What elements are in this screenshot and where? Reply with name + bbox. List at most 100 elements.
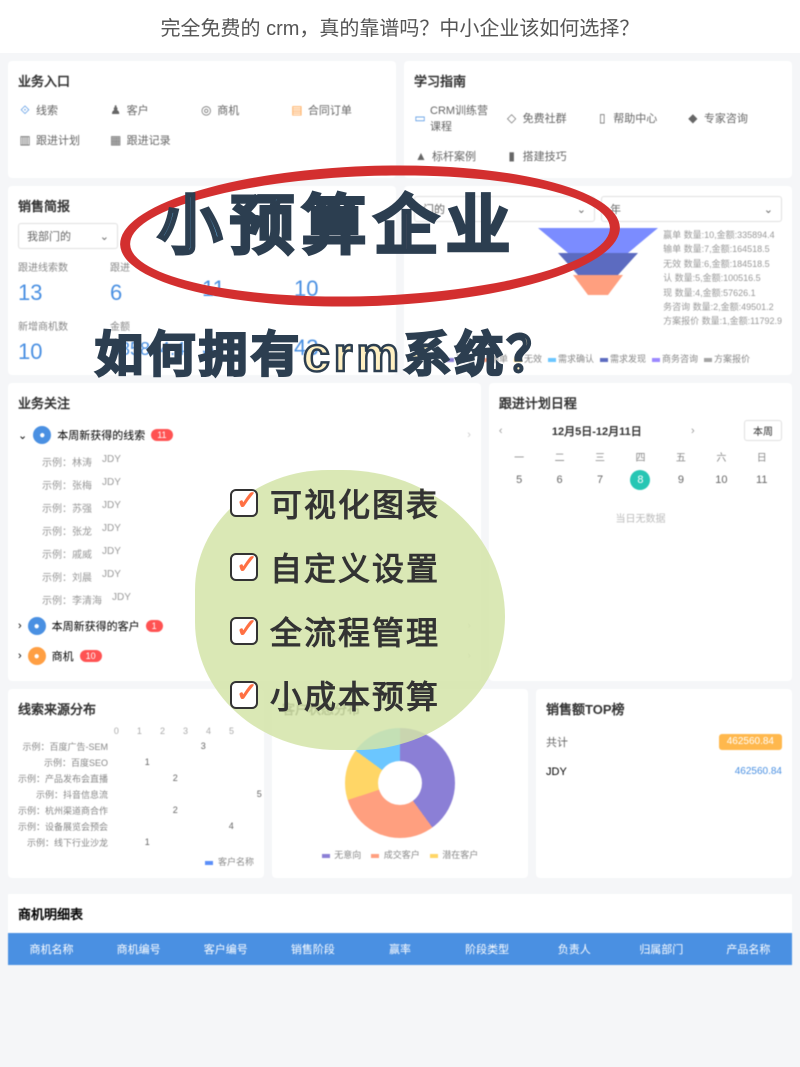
bar-row: 示例：百度广告-SEM3 [18, 740, 254, 753]
badge-leads: 11 [151, 429, 172, 441]
guide-build[interactable]: ▮搭建技巧 [505, 144, 590, 168]
guide-case[interactable]: ▲标杆案例 [414, 144, 499, 168]
sales-top-title: 销售额TOP榜 [546, 699, 782, 718]
top-total-label: 共计 [546, 734, 568, 750]
entry-contract[interactable]: ▤合同订单 [290, 98, 375, 122]
funnel-layer-3 [573, 275, 623, 295]
stat-label-2: 跟进 [110, 259, 202, 274]
top-total-value: 462560.84 [719, 734, 782, 750]
badge-customers: 1 [146, 620, 163, 632]
cal-next[interactable]: › [691, 425, 695, 437]
cal-date[interactable]: 7 [590, 470, 610, 490]
bar-row: 示例：设备展览会预会4 [18, 820, 254, 833]
list-item[interactable]: 示例：张梅JDY [18, 473, 471, 496]
source-chart-card: 线索来源分布 012345 示例：百度广告-SEM3示例：百度SEO1示例：产品… [8, 689, 264, 878]
sales-brief-card: 销售简报 我部门的⌄ 跟进线索数13 跟进6 11 10 新增商机数10 金额3… [8, 186, 396, 375]
study-guide-card: 学习指南 ▭CRM训练营课程 ◇免费社群 ▯帮助中心 ◆专家咨询 ▲标杆案例 ▮… [404, 61, 792, 178]
contract-icon: ▤ [290, 103, 304, 117]
badge-opportunities: 10 [80, 650, 102, 662]
cal-date[interactable]: 8 [630, 470, 650, 490]
entry-followplan[interactable]: ▥跟进计划 [18, 128, 103, 152]
sales-top-card: 销售额TOP榜 共计 462560.84 JDY 462560.84 [536, 689, 792, 878]
cal-week-button[interactable]: 本周 [744, 420, 782, 441]
cal-dates: 5 678 9 10 11 [499, 470, 782, 490]
record-icon: ▦ [109, 133, 123, 147]
table-column-header[interactable]: 客户编号 [182, 941, 269, 957]
table-column-header[interactable]: 产品名称 [705, 941, 792, 957]
list-item[interactable]: 示例：林涛JDY [18, 450, 471, 473]
focus-group-opportunities[interactable]: › ● 商机 10 › [18, 641, 471, 671]
customer-icon: ♟ [109, 103, 123, 117]
chevron-right-icon: › [467, 650, 471, 662]
table-column-header[interactable]: 负责人 [531, 941, 618, 957]
table-column-header[interactable]: 归属部门 [618, 941, 705, 957]
stat-value-1: 13 [18, 280, 110, 306]
dept-dropdown[interactable]: 我部门的⌄ [18, 223, 118, 249]
bar-row: 示例：百度SEO1 [18, 756, 254, 769]
detail-table-title: 商机明细表 [8, 894, 792, 933]
leads-icon: ⟐ [18, 103, 32, 117]
cal-date[interactable]: 6 [550, 470, 570, 490]
guide-expert[interactable]: ◆专家咨询 [686, 98, 771, 138]
bar-row: 示例：产品发布会直播2 [18, 772, 254, 785]
entry-opportunity[interactable]: ◎商机 [199, 98, 284, 122]
cal-range: 12月5日-12月11日 [552, 423, 642, 439]
chevron-right-icon: › [18, 650, 22, 662]
entry-customers[interactable]: ♟客户 [109, 98, 194, 122]
list-item[interactable]: 示例：苏强JDY [18, 496, 471, 519]
cal-date[interactable]: 11 [752, 470, 772, 490]
focus-group-customers[interactable]: › ● 本周新获得的客户 1 › [18, 611, 471, 641]
table-column-header[interactable]: 阶段类型 [444, 941, 531, 957]
table-column-header[interactable]: 销售阶段 [269, 941, 356, 957]
user-icon: ● [28, 617, 46, 635]
funnel-chart: 赢单 数量:10,金额:335894.4 输单 数量:7,金额:164518.5… [414, 228, 782, 348]
table-column-header[interactable]: 赢率 [356, 941, 443, 957]
cal-weekdays: 一二三四五六日 [499, 449, 782, 464]
chevron-down-icon: ⌄ [764, 203, 773, 216]
user-icon: ● [33, 426, 51, 444]
community-icon: ◇ [505, 111, 519, 125]
top-row-name: JDY [546, 766, 567, 778]
cal-date[interactable]: 5 [509, 470, 529, 490]
entry-leads[interactable]: ⟐线索 [18, 98, 103, 122]
cal-date[interactable]: 10 [711, 470, 731, 490]
expert-icon: ◆ [686, 111, 700, 125]
stat-value-5: 10 [18, 339, 110, 365]
guide-help[interactable]: ▯帮助中心 [595, 98, 680, 138]
stat-value-4: 10 [294, 276, 386, 302]
top-row-value: 462560.84 [735, 766, 782, 778]
stat-value-7: 3 [202, 335, 294, 361]
guide-community[interactable]: ◇免费社群 [505, 98, 590, 138]
build-icon: ▮ [505, 149, 519, 163]
bar-row: 示例：杭州渠道商合作2 [18, 804, 254, 817]
calendar-card: 跟进计划日程 ‹ 12月5日-12月11日 › 本周 一二三四五六日 56789… [489, 383, 792, 681]
source-chart-title: 线索来源分布 [18, 699, 254, 718]
list-item[interactable]: 示例：李清海JDY [18, 588, 471, 611]
focus-group-leads[interactable]: ⌄ ● 本周新获得的线索 11 › [18, 420, 471, 450]
guide-training[interactable]: ▭CRM训练营课程 [414, 98, 499, 138]
bar-row: 示例：线下行业沙龙1 [18, 836, 254, 849]
dashboard: 业务入口 ⟐线索 ♟客户 ◎商机 ▤合同订单 ▥跟进计划 ▦跟进记录 学习指南 … [0, 53, 800, 973]
funnel-dept-dropdown[interactable]: 门的⌄ [414, 196, 595, 222]
entry-followrec[interactable]: ▦跟进记录 [109, 128, 194, 152]
table-column-header[interactable]: 商机编号 [95, 941, 182, 957]
list-item[interactable]: 示例：刘晨JDY [18, 565, 471, 588]
chevron-right-icon: › [467, 429, 471, 441]
study-guide-title: 学习指南 [414, 71, 782, 90]
cal-prev[interactable]: ‹ [499, 425, 503, 437]
funnel-side-legend: 赢单 数量:10,金额:335894.4 输单 数量:7,金额:164518.5… [663, 228, 782, 329]
funnel-layer-1 [538, 228, 658, 253]
table-column-header[interactable]: 商机名称 [8, 941, 95, 957]
opportunity-icon: ◎ [199, 103, 213, 117]
list-item[interactable]: 示例：张龙JDY [18, 519, 471, 542]
plan-icon: ▥ [18, 133, 32, 147]
cal-date[interactable]: 9 [671, 470, 691, 490]
chevron-down-icon: ⌄ [100, 230, 109, 243]
funnel-time-dropdown[interactable]: 年⌄ [601, 196, 782, 222]
cal-empty-text: 当日无数据 [499, 510, 782, 525]
list-item[interactable]: 示例：戚威JDY [18, 542, 471, 565]
sales-brief-title: 销售简报 [18, 196, 386, 215]
bar-row: 示例：抖音信息流5 [18, 788, 254, 801]
stat-value-2: 6 [110, 280, 202, 306]
funnel-bottom-legend: 赢单 输单 无效 需求确认 需求发现 商务咨询 方案报价 [414, 352, 782, 365]
